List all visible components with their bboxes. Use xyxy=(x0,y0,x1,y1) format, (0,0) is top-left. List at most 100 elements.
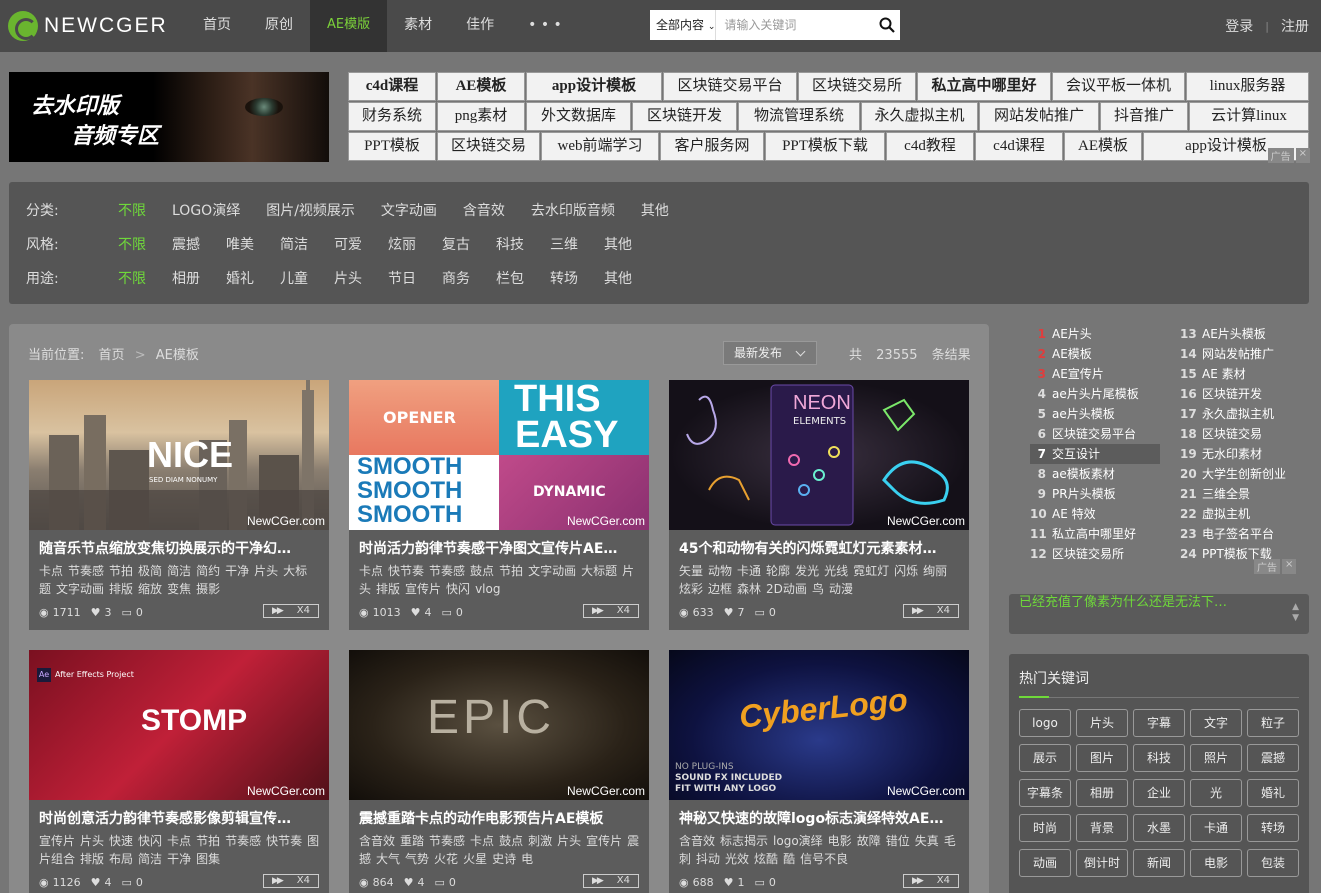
ranking-item[interactable]: 16 区块链开发 xyxy=(1180,384,1310,404)
hot-keyword[interactable]: 新闻 xyxy=(1133,849,1185,877)
hot-keyword[interactable]: 光 xyxy=(1190,779,1242,807)
tag[interactable]: 片头 xyxy=(557,834,581,848)
tag[interactable]: 卡点 xyxy=(359,564,383,578)
tag[interactable]: 大气 xyxy=(376,852,400,866)
filter-option[interactable]: 去水印版音频 xyxy=(531,200,615,220)
hot-keyword[interactable]: 背景 xyxy=(1076,814,1128,842)
tag[interactable]: 节拍 xyxy=(109,564,133,578)
ranking-item[interactable]: 11 私立高中哪里好 xyxy=(1030,524,1160,544)
ranking-item[interactable]: 5 ae片头模板 xyxy=(1030,404,1160,424)
tag[interactable]: 节拍 xyxy=(196,834,220,848)
breadcrumb-current[interactable]: AE模板 xyxy=(156,348,199,363)
tag[interactable]: 鸟 xyxy=(812,582,824,596)
tag[interactable]: 绚丽 xyxy=(923,564,947,578)
preview-speed-button[interactable]: X4 xyxy=(903,604,959,618)
hot-keyword[interactable]: 电影 xyxy=(1190,849,1242,877)
hot-keyword[interactable]: 震撼 xyxy=(1247,744,1299,772)
ranking-item[interactable]: 19 无水印素材 xyxy=(1180,444,1310,464)
preview-speed-button[interactable]: X4 xyxy=(583,874,639,888)
tag[interactable]: 卡通 xyxy=(737,564,761,578)
keyword-link[interactable]: web前端学习 xyxy=(541,132,659,161)
tag[interactable]: 2D动画 xyxy=(766,582,807,596)
ranking-item[interactable]: 12 区块链交易所 xyxy=(1030,544,1160,564)
ranking-item[interactable]: 6 区块链交易平台 xyxy=(1030,424,1160,444)
keyword-link[interactable]: app设计模板 xyxy=(526,72,662,101)
tag[interactable]: 失真 xyxy=(915,834,939,848)
keyword-link[interactable]: 区块链交易所 xyxy=(798,72,916,101)
tag[interactable]: 霓虹灯 xyxy=(853,564,889,578)
card-title[interactable]: 随音乐节点缩放变焦切换展示的干净幻… xyxy=(39,538,321,558)
thumbnail[interactable]: OPENER THIS EASY SMOOTH SMOOTH SMOOTH DY… xyxy=(349,380,649,530)
hot-keyword[interactable]: 卡通 xyxy=(1190,814,1242,842)
filter-option[interactable]: 节日 xyxy=(388,268,416,288)
search-category-select[interactable]: 全部内容 ⌄ xyxy=(650,10,717,40)
filter-option[interactable]: 商务 xyxy=(442,268,470,288)
tag[interactable]: 含音效 xyxy=(359,834,395,848)
keyword-link[interactable]: linux服务器 xyxy=(1186,72,1309,101)
filter-option[interactable]: 唯美 xyxy=(226,234,254,254)
tag[interactable]: 火星 xyxy=(463,852,487,866)
template-card[interactable]: NICE SED DIAM NONUMY NewCGer.com 随音乐节点缩放… xyxy=(29,380,329,630)
filter-option[interactable]: 炫丽 xyxy=(388,234,416,254)
ranking-item[interactable]: 20 大学生创新创业 xyxy=(1180,464,1310,484)
keyword-link[interactable]: 网站发帖推广 xyxy=(979,102,1099,131)
hot-keyword[interactable]: 字幕条 xyxy=(1019,779,1071,807)
ranking-item[interactable]: 17 永久虚拟主机 xyxy=(1180,404,1310,424)
keyword-link[interactable]: PPT模板 xyxy=(348,132,436,161)
tag[interactable]: 刺激 xyxy=(528,834,552,848)
ticker-arrows[interactable]: ▲ ▼ xyxy=(1292,602,1299,624)
tag[interactable]: 电影 xyxy=(828,834,852,848)
tag[interactable]: 文字动画 xyxy=(528,564,576,578)
tag[interactable]: 排版 xyxy=(109,582,133,596)
keyword-link[interactable]: 云计算linux xyxy=(1189,102,1309,131)
card-title[interactable]: 神秘又快速的故障logo标志演绎特效AE… xyxy=(679,808,961,828)
nav-home[interactable]: 首页 xyxy=(186,0,248,52)
preview-speed-button[interactable]: X4 xyxy=(583,604,639,618)
sort-select[interactable]: 最新发布 xyxy=(723,341,817,365)
filter-option[interactable]: 其他 xyxy=(604,268,632,288)
filter-option[interactable]: 其他 xyxy=(641,200,669,220)
tag[interactable]: 信号不良 xyxy=(800,852,848,866)
tag[interactable]: 快闪 xyxy=(138,834,162,848)
hot-keyword[interactable]: 相册 xyxy=(1076,779,1128,807)
tag[interactable]: 炫酷 xyxy=(754,852,778,866)
tag[interactable]: 干净 xyxy=(225,564,249,578)
tag[interactable]: 闪烁 xyxy=(894,564,918,578)
tag[interactable]: 错位 xyxy=(886,834,910,848)
tag[interactable]: 电 xyxy=(521,852,533,866)
hot-keyword[interactable]: 时尚 xyxy=(1019,814,1071,842)
hot-keyword[interactable]: 文字 xyxy=(1190,709,1242,737)
ranking-item[interactable]: 13 AE片头模板 xyxy=(1180,324,1310,344)
hot-keyword[interactable]: 动画 xyxy=(1019,849,1071,877)
tag[interactable]: 快速 xyxy=(109,834,133,848)
tag[interactable]: 宣传片 xyxy=(39,834,75,848)
tag[interactable]: 含音效 xyxy=(679,834,715,848)
keyword-link[interactable]: 财务系统 xyxy=(348,102,436,131)
hot-keyword[interactable]: 转场 xyxy=(1247,814,1299,842)
tag[interactable]: 宣传片 xyxy=(586,834,622,848)
filter-option[interactable]: LOGO演绎 xyxy=(172,200,240,220)
thumbnail[interactable]: EPIC NewCGer.com xyxy=(349,650,649,800)
tag[interactable]: 重踏 xyxy=(400,834,424,848)
search-input[interactable] xyxy=(716,10,875,40)
tag[interactable]: 节拍 xyxy=(499,564,523,578)
ranking-item[interactable]: 9 PR片头模板 xyxy=(1030,484,1160,504)
tag[interactable]: 快节奏 xyxy=(266,834,302,848)
tag[interactable]: 火花 xyxy=(434,852,458,866)
ranking-item[interactable]: 22 虚拟主机 xyxy=(1180,504,1310,524)
tag[interactable]: 气势 xyxy=(405,852,429,866)
tag[interactable]: 抖动 xyxy=(696,852,720,866)
hot-keyword[interactable]: logo xyxy=(1019,709,1071,737)
keyword-link[interactable]: 抖音推广 xyxy=(1100,102,1188,131)
filter-option[interactable]: 含音效 xyxy=(463,200,505,220)
breadcrumb-home[interactable]: 首页 xyxy=(99,348,125,363)
filter-option[interactable]: 不限 xyxy=(118,200,146,220)
filter-option[interactable]: 栏包 xyxy=(496,268,524,288)
template-card[interactable]: NEON ELEMENTS NewCGer.com 45个和动物有关的闪烁霓虹灯… xyxy=(669,380,969,630)
arrow-up-icon[interactable]: ▲ xyxy=(1292,602,1299,613)
tag[interactable]: 片头 xyxy=(254,564,278,578)
filter-option[interactable]: 图片/视频展示 xyxy=(266,200,355,220)
tag[interactable]: 宣传片 xyxy=(405,582,441,596)
keyword-link[interactable]: 私立高中哪里好 xyxy=(917,72,1051,101)
tag[interactable]: 变焦 xyxy=(167,582,191,596)
